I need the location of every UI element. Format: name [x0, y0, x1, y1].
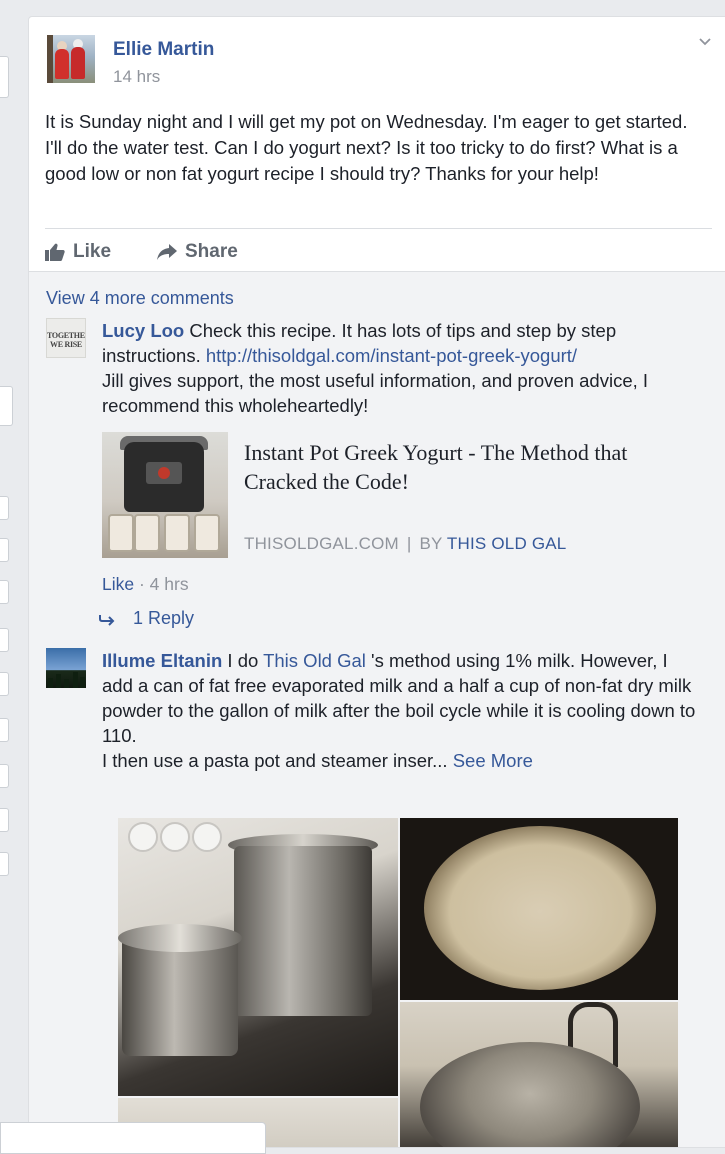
- left-sidebar-edge: [0, 0, 22, 1146]
- commenter-name[interactable]: Lucy Loo: [102, 320, 184, 341]
- share-label: Share: [185, 241, 238, 262]
- comment-text-part: Jill gives support, the most useful info…: [102, 370, 649, 416]
- chevron-down-icon[interactable]: [698, 35, 712, 49]
- post-author-name[interactable]: Ellie Martin: [113, 39, 214, 61]
- sidebar-edge-tab[interactable]: [0, 852, 9, 876]
- sidebar-edge-tab[interactable]: [0, 808, 9, 832]
- comment-text-part: I do: [222, 650, 264, 671]
- view-replies-link[interactable]: 1 Reply: [99, 608, 194, 629]
- comment-text-part: I then use a pasta pot and steamer inser…: [102, 750, 448, 771]
- commenter-avatar[interactable]: TOGETHER, WE RISE: [46, 318, 86, 358]
- link-preview-image[interactable]: [102, 432, 228, 558]
- link-preview-card[interactable]: Instant Pot Greek Yogurt - The Method th…: [102, 432, 702, 558]
- avatar-text: TOGETHER,: [47, 331, 85, 340]
- comments-section: View 4 more comments TOGETHER, WE RISE L…: [29, 271, 725, 1147]
- commenter-name[interactable]: Illume Eltanin: [102, 650, 222, 671]
- comment-like-button[interactable]: Like: [102, 574, 134, 594]
- post-timestamp[interactable]: 14 hrs: [113, 67, 160, 87]
- see-more-link[interactable]: See More: [453, 750, 533, 771]
- comment-photo[interactable]: [400, 818, 678, 1000]
- comment-photo-grid: [118, 818, 678, 1147]
- comment-text: Lucy Loo Check this recipe. It has lots …: [102, 318, 702, 418]
- sidebar-edge-tab[interactable]: [0, 386, 13, 426]
- comment-timestamp[interactable]: 4 hrs: [150, 574, 189, 594]
- chat-tab-edge[interactable]: [0, 1122, 266, 1154]
- comment-text: Illume Eltanin I do This Old Gal 's meth…: [102, 648, 702, 773]
- link-preview-title[interactable]: Instant Pot Greek Yogurt - The Method th…: [244, 438, 700, 496]
- by-label: BY: [419, 534, 443, 553]
- meta-separator: ·: [134, 574, 150, 594]
- post-card: Ellie Martin 14 hrs It is Sunday night a…: [28, 16, 725, 1148]
- sidebar-edge-tab[interactable]: [0, 56, 9, 98]
- mention-link[interactable]: This Old Gal: [263, 650, 366, 671]
- view-more-comments-link[interactable]: View 4 more comments: [46, 288, 234, 309]
- source-separator: |: [406, 534, 412, 553]
- recipe-link[interactable]: http://thisoldgal.com/instant-pot-greek-…: [206, 345, 577, 366]
- sidebar-edge-tab[interactable]: [0, 764, 9, 788]
- avatar-text: WE RISE: [50, 340, 82, 349]
- link-preview-source: THISOLDGAL.COM | BY THIS OLD GAL: [244, 534, 566, 554]
- thumbs-up-icon: [45, 243, 65, 261]
- sidebar-edge-tab[interactable]: [0, 538, 9, 562]
- reply-arrow-icon: [99, 614, 115, 626]
- share-arrow-icon: [157, 244, 177, 260]
- sidebar-edge-tab[interactable]: [0, 628, 9, 652]
- commenter-avatar[interactable]: [46, 648, 86, 688]
- action-divider: [45, 228, 712, 229]
- sidebar-edge-tab[interactable]: [0, 580, 9, 604]
- link-preview-author[interactable]: THIS OLD GAL: [447, 534, 567, 553]
- post-text: It is Sunday night and I will get my pot…: [45, 111, 688, 184]
- like-label: Like: [73, 241, 112, 262]
- author-avatar[interactable]: [47, 35, 95, 83]
- sidebar-edge-tab[interactable]: [0, 672, 9, 696]
- like-button[interactable]: Like: [45, 237, 111, 267]
- sidebar-edge-tab[interactable]: [0, 496, 9, 520]
- share-button[interactable]: Share: [157, 237, 238, 267]
- sidebar-edge-tab[interactable]: [0, 718, 9, 742]
- comment-meta: Like · 4 hrs: [102, 574, 189, 595]
- comment-photo[interactable]: [118, 818, 398, 1096]
- reply-count-label: 1 Reply: [133, 608, 195, 628]
- comment-photo[interactable]: [400, 1002, 678, 1147]
- link-preview-domain: THISOLDGAL.COM: [244, 534, 399, 553]
